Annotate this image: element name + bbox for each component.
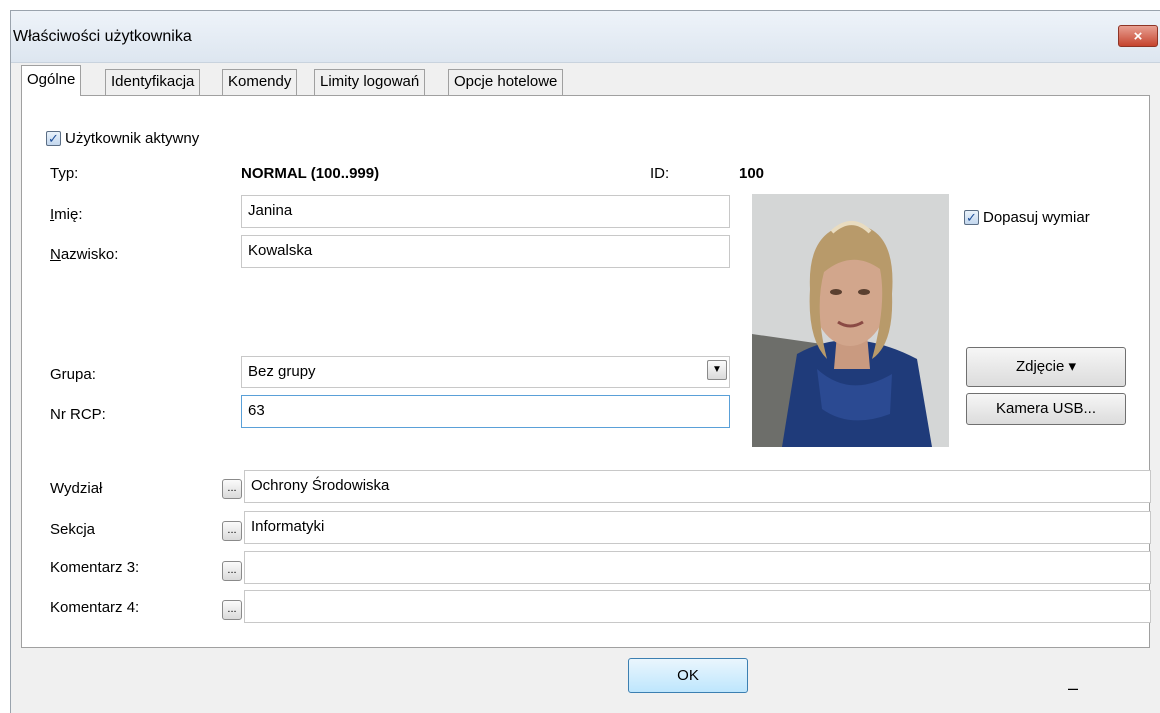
title-bar: Właściwości użytkownika × — [11, 11, 1160, 63]
comment3-label: Komentarz 3: — [50, 559, 140, 576]
rcp-input[interactable]: 63 — [241, 395, 730, 428]
section-browse-button[interactable]: ... — [222, 521, 242, 541]
type-label: Typ: — [50, 165, 79, 182]
window-title: Właściwości użytkownika — [13, 28, 192, 45]
group-label: Grupa: — [50, 366, 96, 383]
comment3-input[interactable] — [244, 551, 1151, 584]
group-select[interactable]: Bez grupy ▼ — [241, 356, 730, 388]
id-value: 100 — [739, 165, 765, 182]
tab-login-limits[interactable]: Limity logowań — [314, 69, 426, 95]
user-photo — [752, 194, 949, 447]
department-label: Wydział — [50, 480, 103, 497]
first-name-input[interactable]: Janina — [241, 195, 730, 228]
usb-camera-button[interactable]: Kamera USB... — [966, 393, 1126, 425]
active-checkbox[interactable]: ✓ — [46, 131, 61, 146]
tab-commands[interactable]: Komendy — [222, 69, 298, 95]
rcp-label: Nr RCP: — [50, 406, 106, 423]
last-name-label: Nazwisko: — [50, 246, 119, 263]
department-browse-button[interactable]: ... — [222, 479, 242, 499]
last-name-input[interactable]: Kowalska — [241, 235, 730, 268]
id-label: ID: — [650, 165, 670, 182]
user-photo-image — [752, 194, 949, 447]
tab-general[interactable]: Ogólne — [21, 65, 82, 96]
section-label: Sekcja — [50, 521, 96, 538]
department-input[interactable]: Ochrony Środowiska — [244, 470, 1151, 503]
section-input[interactable]: Informatyki — [244, 511, 1151, 544]
fit-size-label: Dopasuj wymiar — [983, 209, 1090, 226]
type-value: NORMAL (100..999) — [241, 165, 380, 182]
tab-hotel-options[interactable]: Opcje hotelowe — [448, 69, 564, 95]
user-properties-dialog: Właściwości użytkownika × Ogólne Identyf… — [10, 10, 1160, 713]
close-button[interactable]: × — [1118, 25, 1158, 47]
active-checkbox-label: Użytkownik aktywny — [65, 130, 200, 147]
group-select-value: Bez grupy — [248, 363, 316, 380]
comment4-browse-button[interactable]: ... — [222, 600, 242, 620]
chevron-down-icon[interactable]: ▼ — [707, 360, 727, 380]
comment4-input[interactable] — [244, 590, 1151, 623]
minimize-dash: – — [1068, 678, 1079, 698]
comment3-browse-button[interactable]: ... — [222, 561, 242, 581]
ok-button[interactable]: OK — [628, 658, 748, 693]
tab-identification[interactable]: Identyfikacja — [105, 69, 201, 95]
first-name-label: Imię: — [50, 206, 83, 223]
comment4-label: Komentarz 4: — [50, 599, 140, 616]
fit-size-checkbox[interactable]: ✓ — [964, 210, 979, 225]
general-panel: ✓ Użytkownik aktywny Typ: NORMAL (100..9… — [21, 95, 1151, 648]
photo-menu-button[interactable]: Zdjęcie ▾ — [966, 347, 1126, 387]
